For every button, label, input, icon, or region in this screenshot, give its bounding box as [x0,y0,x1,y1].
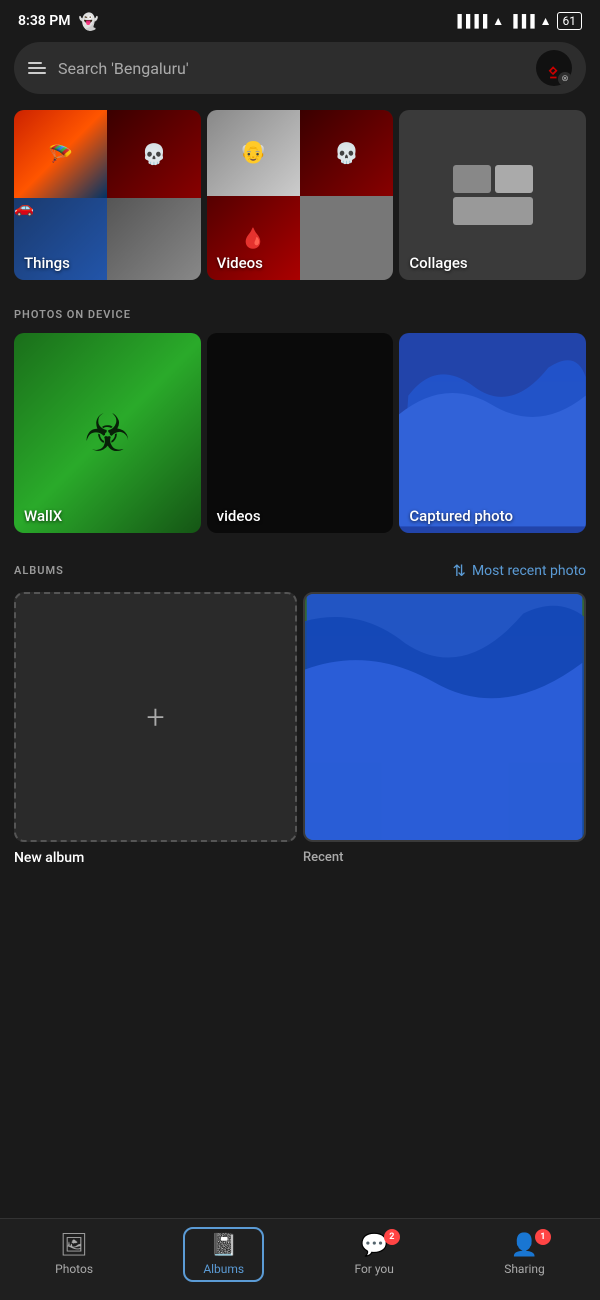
status-time: 8:38 PM [18,13,71,29]
for-you-nav-label: For you [354,1262,393,1276]
sharing-badge: 1 [535,1229,551,1245]
videos-thumb-2: 💀 [300,110,393,196]
status-bar: 8:38 PM 👻 ▐▐▐▐ ▲ ▐▐▐ ▲ 61 [0,0,600,38]
albums-nav-label: Albums [203,1262,244,1276]
things-category[interactable]: 🪂 💀 🚗 Things [14,110,201,280]
signal-icon: ▐▐▐▐ [453,14,487,28]
videos-category[interactable]: 👴 💀 🩸 Videos [207,110,394,280]
videos-thumb-4 [300,196,393,281]
add-plus-icon: + [146,698,164,736]
device-photos-row: ☣ WallX videos Captured photo [0,333,600,533]
recent-album-thumb[interactable] [303,592,586,842]
videos-thumb-1: 👴 [207,110,300,196]
status-icons: ▐▐▐▐ ▲ ▐▐▐ ▲ 61 [453,12,582,30]
top-grid: 🪂 💀 🚗 Things 👴 💀 🩸 Videos Coll [0,110,600,280]
albums-section-header: ALBUMS ⇅ Most recent photo [0,561,600,580]
avatar-notification-icon: ⊗ [558,72,572,86]
videos-label: Videos [217,254,263,272]
snapchat-icon: 👻 [79,12,99,31]
for-you-badge: 2 [384,1229,400,1245]
new-album-item[interactable]: + New album [14,592,297,866]
signal2-icon: ▐▐▐ [509,14,535,28]
sort-icon: ⇅ [453,561,466,580]
wallx-thumb: ☣ [14,333,201,533]
videos-thumb [207,333,394,533]
wallx-label: WallX [24,507,62,525]
captured-photo-album[interactable]: Captured photo [399,333,586,533]
photos-on-device-header: PHOTOS ON DEVICE [0,308,600,321]
nav-albums[interactable]: 📓 Albums [183,1227,264,1282]
nav-for-you[interactable]: 2 💬 For you [334,1227,413,1282]
wifi2-icon: ▲ [540,14,552,28]
things-thumb-2: 💀 [107,110,200,198]
wifi-icon: ▲ [492,14,504,28]
nav-sharing[interactable]: 1 👤 Sharing [484,1227,565,1282]
new-album-title: New album [14,850,297,866]
search-placeholder: Search 'Bengaluru' [58,59,524,78]
new-album-thumb[interactable]: + [14,592,297,842]
videos-album-label: videos [217,507,261,525]
battery-icon: 61 [557,12,583,30]
collages-category[interactable]: Collages [399,110,586,280]
albums-row: + New album Recent [0,592,600,866]
things-label: Things [24,254,70,272]
things-thumb-1: 🪂 [14,110,107,198]
albums-nav-icon: 📓 [210,1233,237,1258]
videos-album[interactable]: videos [207,333,394,533]
albums-label: ALBUMS [14,564,64,577]
captured-thumb [399,333,586,533]
sort-label: Most recent photo [472,563,586,579]
sharing-nav-label: Sharing [504,1262,545,1276]
sort-button[interactable]: ⇅ Most recent photo [453,561,586,580]
bottom-nav: 🖼 Photos 📓 Albums 2 💬 For you 1 👤 Sharin… [0,1218,600,1300]
search-bar[interactable]: Search 'Bengaluru' ⍚ ⊗ [14,42,586,94]
photos-nav-label: Photos [55,1262,93,1276]
captured-photo-label: Captured photo [409,507,513,525]
wallx-album[interactable]: ☣ WallX [14,333,201,533]
recent-album-item[interactable]: Recent [303,592,586,866]
user-avatar[interactable]: ⍚ ⊗ [536,50,572,86]
photos-nav-icon: 🖼 [60,1233,88,1258]
recent-album-title: Recent [303,850,586,865]
things-thumb-4 [107,198,200,281]
collages-label: Collages [409,254,467,272]
nav-photos[interactable]: 🖼 Photos [35,1227,113,1282]
menu-icon[interactable] [28,62,46,74]
